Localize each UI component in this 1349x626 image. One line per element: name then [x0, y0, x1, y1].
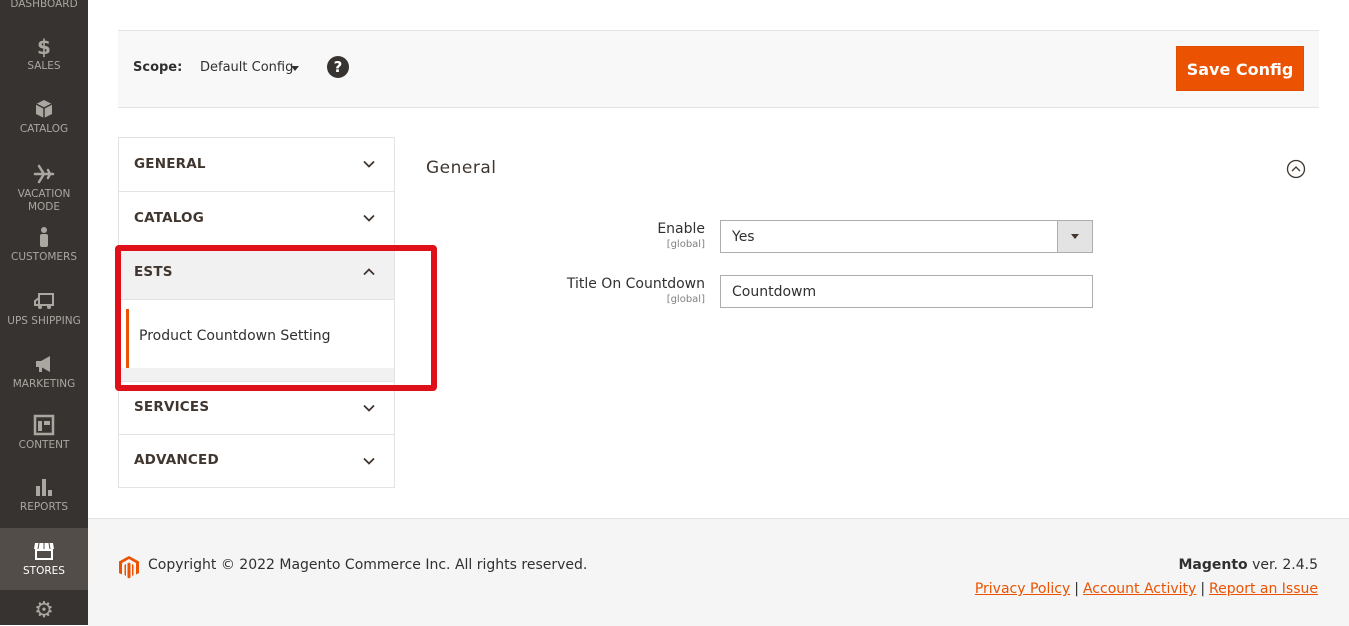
version-text: Magento ver. 2.4.5	[1178, 557, 1318, 573]
layout-icon	[33, 414, 55, 436]
gear-icon: ⚙	[34, 598, 54, 623]
nav-customers[interactable]: CUSTOMERS	[0, 226, 88, 264]
collapse-circle-icon[interactable]	[1286, 159, 1306, 179]
enable-select-value: Yes	[732, 229, 755, 245]
chevron-down-icon	[363, 160, 375, 168]
chevron-down-icon	[363, 457, 375, 465]
brand-name: Magento	[1178, 557, 1248, 573]
privacy-policy-link[interactable]: Privacy Policy	[975, 581, 1070, 597]
tab-ests[interactable]: ESTS	[119, 246, 394, 300]
nav-content-label: CONTENT	[18, 439, 70, 451]
save-config-button[interactable]: Save Config	[1176, 46, 1304, 91]
tab-item-product-countdown-setting[interactable]: Product Countdown Setting	[119, 300, 394, 369]
nav-catalog[interactable]: CATALOG	[0, 98, 88, 136]
nav-marketing-label: MARKETING	[12, 378, 76, 390]
admin-sidebar: DASHBOARD $ SALES CATALOG VACATION MODE …	[0, 0, 88, 625]
tab-general-label: GENERAL	[134, 156, 206, 172]
megaphone-icon	[36, 356, 50, 372]
select-arrow	[1057, 221, 1092, 252]
section-title[interactable]: General	[426, 158, 497, 178]
cube-icon	[35, 100, 53, 118]
help-icon[interactable]: ?	[327, 56, 349, 78]
airplane-icon	[33, 164, 55, 184]
account-activity-link[interactable]: Account Activity	[1083, 581, 1196, 597]
tab-ests-label: ESTS	[134, 264, 173, 280]
nav-customers-label: CUSTOMERS	[10, 251, 77, 263]
report-issue-link[interactable]: Report an Issue	[1209, 581, 1318, 597]
chevron-down-icon	[363, 404, 375, 412]
title-label: Title On Countdown	[566, 276, 705, 292]
version-number: ver. 2.4.5	[1252, 557, 1318, 573]
dollar-icon: $	[37, 35, 51, 59]
nav-stores[interactable]: STORES	[0, 528, 88, 590]
copyright-text: Copyright © 2022 Magento Commerce Inc. A…	[148, 557, 588, 573]
store-icon	[34, 542, 54, 560]
tab-catalog-label: CATALOG	[134, 210, 204, 226]
separator: |	[1200, 581, 1206, 597]
separator: |	[1074, 581, 1079, 597]
nav-stores-label: STORES	[23, 565, 65, 577]
footer-links: Privacy Policy | Account Activity | Report a…	[975, 581, 1318, 597]
tab-services[interactable]: SERVICES	[119, 382, 394, 435]
truck-icon	[34, 293, 54, 309]
nav-catalog-label: CATALOG	[19, 123, 69, 135]
nav-dashboard[interactable]: DASHBOARD	[0, 0, 88, 11]
chevron-down-icon	[363, 214, 375, 222]
nav-vacation-mode[interactable]: VACATION MODE	[0, 163, 88, 214]
nav-sales-label: SALES	[27, 60, 61, 72]
nav-ups-shipping[interactable]: UPS SHIPPING	[0, 290, 88, 328]
scope-switcher[interactable]: Default Config	[200, 60, 293, 75]
title-on-countdown-input[interactable]	[720, 275, 1093, 308]
nav-sales[interactable]: $ SALES	[0, 37, 88, 73]
person-icon	[40, 227, 48, 247]
tab-catalog[interactable]: CATALOG	[119, 192, 394, 246]
scope-bar: Scope: Default Config ? Save Config	[118, 30, 1319, 108]
tab-services-label: SERVICES	[134, 399, 210, 415]
enable-select[interactable]: Yes	[720, 220, 1093, 253]
nav-dashboard-label: DASHBOARD	[10, 0, 78, 10]
bar-chart-icon	[36, 479, 52, 496]
caret-down-icon[interactable]	[291, 66, 299, 71]
nav-system[interactable]: ⚙	[0, 600, 88, 625]
caret-down-icon	[1071, 234, 1079, 239]
enable-label: Enable	[657, 221, 705, 237]
tab-item-label: Product Countdown Setting	[139, 328, 331, 344]
magento-logo-icon	[119, 556, 139, 579]
active-indicator	[126, 309, 129, 368]
tab-ests-footer	[119, 368, 394, 382]
footer: Copyright © 2022 Magento Commerce Inc. A…	[88, 518, 1349, 626]
nav-content[interactable]: CONTENT	[0, 414, 88, 452]
scope-label: Scope:	[133, 60, 183, 75]
nav-ups-label: UPS SHIPPING	[7, 315, 81, 327]
title-scope: [global]	[666, 294, 705, 305]
config-tabs: GENERAL CATALOG ESTS Product Countdown S…	[118, 137, 395, 488]
tab-general[interactable]: GENERAL	[119, 138, 394, 192]
nav-vacation-label: VACATION MODE	[17, 188, 71, 213]
chevron-up-icon	[363, 268, 375, 276]
nav-marketing[interactable]: MARKETING	[0, 353, 88, 391]
nav-reports-label: REPORTS	[19, 501, 69, 513]
tab-advanced-label: ADVANCED	[134, 452, 219, 468]
tab-advanced[interactable]: ADVANCED	[119, 435, 394, 487]
nav-reports[interactable]: REPORTS	[0, 476, 88, 514]
enable-scope: [global]	[666, 239, 705, 250]
